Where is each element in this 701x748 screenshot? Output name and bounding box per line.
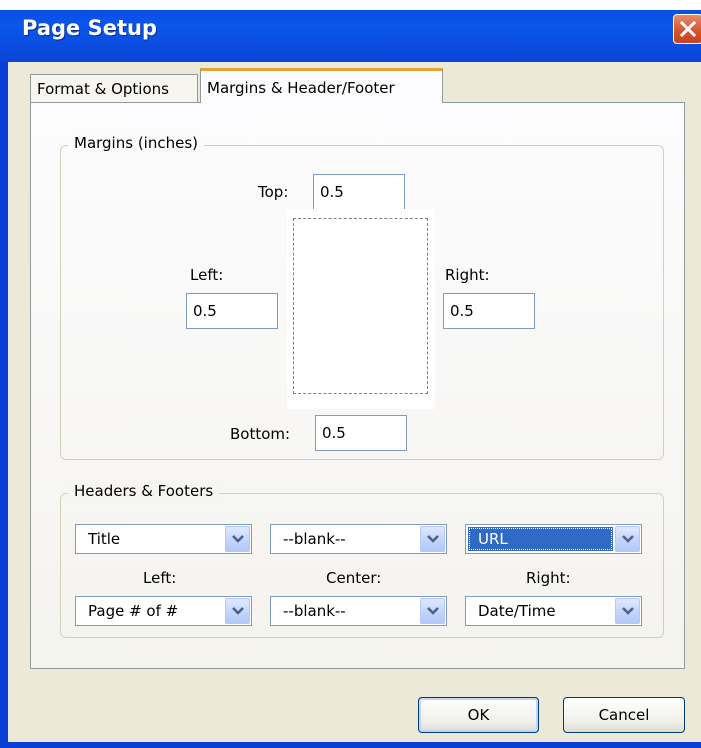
tab-format-options[interactable]: Format & Options: [30, 74, 198, 103]
header-right-select[interactable]: URL: [465, 524, 642, 554]
chevron-down-icon[interactable]: [225, 598, 250, 624]
title-bar[interactable]: Page Setup: [0, 0, 701, 62]
window-bottom-border: [0, 742, 701, 748]
chevron-down-icon[interactable]: [225, 526, 250, 552]
column-label-left: Left:: [143, 569, 177, 587]
cancel-button[interactable]: Cancel: [563, 697, 685, 733]
margins-legend: Margins (inches): [68, 134, 204, 152]
column-label-right: Right:: [526, 569, 571, 587]
chevron-down-icon[interactable]: [615, 598, 640, 624]
tab-margins-header-footer[interactable]: Margins & Header/Footer: [200, 68, 443, 103]
footer-left-select[interactable]: Page # of #: [75, 596, 252, 626]
bottom-margin-label: Bottom:: [230, 425, 291, 443]
column-label-center: Center:: [326, 569, 382, 587]
ok-button[interactable]: OK: [418, 697, 539, 733]
footer-left-value: Page # of #: [88, 602, 179, 620]
footer-center-select[interactable]: --blank--: [270, 596, 447, 626]
headers-footers-legend: Headers & Footers: [68, 482, 220, 500]
page-preview-margin-outline: [293, 218, 428, 394]
footer-center-value: --blank--: [283, 602, 346, 620]
chevron-down-icon[interactable]: [615, 526, 640, 552]
left-margin-input[interactable]: 0.5: [186, 293, 278, 329]
close-icon: [680, 21, 696, 37]
bottom-margin-input[interactable]: 0.5: [315, 415, 407, 451]
footer-right-select[interactable]: Date/Time: [465, 596, 642, 626]
window-title: Page Setup: [22, 16, 157, 40]
header-right-value: URL: [468, 527, 613, 551]
window-left-border: [0, 62, 8, 748]
header-center-value: --blank--: [283, 530, 346, 548]
right-margin-label: Right:: [445, 266, 490, 284]
header-left-select[interactable]: Title: [75, 524, 252, 554]
header-left-value: Title: [88, 530, 121, 548]
top-margin-input[interactable]: 0.5: [313, 174, 405, 210]
right-margin-input[interactable]: 0.5: [443, 293, 535, 329]
title-bar-top-strip: [0, 0, 701, 10]
close-button[interactable]: [673, 14, 701, 44]
top-margin-label: Top:: [258, 183, 289, 201]
footer-right-value: Date/Time: [478, 602, 556, 620]
left-margin-label: Left:: [190, 266, 224, 284]
header-center-select[interactable]: --blank--: [270, 524, 447, 554]
chevron-down-icon[interactable]: [420, 526, 445, 552]
chevron-down-icon[interactable]: [420, 598, 445, 624]
